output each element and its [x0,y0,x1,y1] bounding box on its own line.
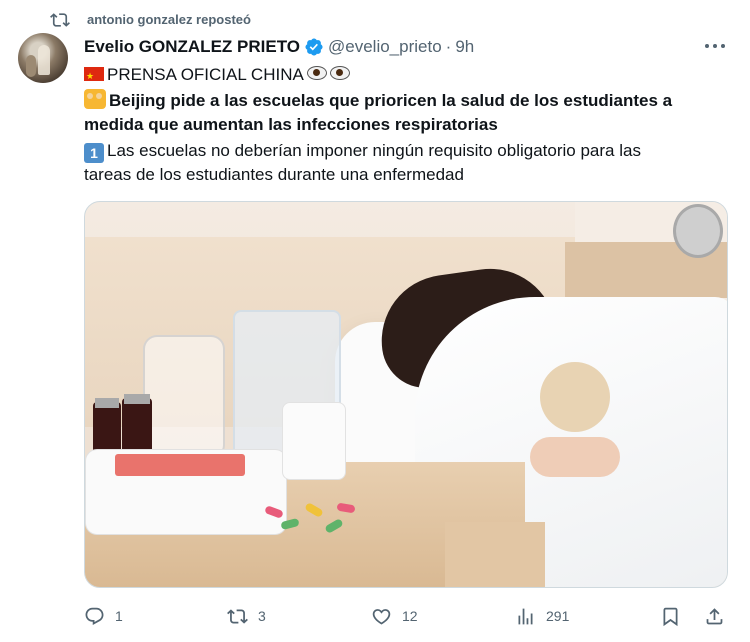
like-count: 12 [402,608,418,624]
tweet-text-line-1: PRENSA OFICIAL CHINA [84,63,350,88]
children-icon [84,89,106,109]
eye-icon [329,66,350,80]
reply-button[interactable]: 1 [84,599,123,633]
repost-icon [50,10,70,30]
bookmark-button[interactable] [660,599,681,633]
reply-count: 1 [115,608,123,624]
tweet-headline-line-2: medida que aumentan las infecciones resp… [84,115,498,134]
author-name[interactable]: Evelio GONZALEZ PRIETO [84,37,300,57]
views-icon [518,608,533,624]
source-label: PRENSA OFICIAL CHINA [107,65,304,84]
share-icon [706,607,723,624]
like-button[interactable]: 12 [371,599,418,633]
views-count: 291 [546,608,570,624]
share-button[interactable] [704,599,725,633]
tweet-action-bar: 1 3 12 291 [0,599,750,633]
like-icon [372,608,391,625]
bookmark-icon [663,607,678,626]
repost-icon [227,608,248,624]
headline-text-1: Beijing pide a las escuelas que priorice… [109,91,673,110]
verified-badge-icon [305,38,323,56]
eye-icon [306,66,327,80]
china-flag-icon [84,64,104,88]
point-text-1: Las escuelas no deberían imponer ningún … [107,141,641,160]
more-options-icon[interactable] [703,36,727,56]
tweet-headline-line-1: Beijing pide a las escuelas que priorice… [84,89,672,113]
tweet-point-line-2: tareas de los estudiantes durante una en… [84,165,464,184]
keycap-one-icon: 1 [84,143,104,163]
repost-text[interactable]: antonio gonzalez reposteó [87,12,251,27]
repost-count: 3 [258,608,266,624]
reply-icon [85,607,104,625]
author-handle[interactable]: @evelio_prieto [328,37,442,57]
avatar[interactable] [18,33,68,83]
tweet-timestamp[interactable]: 9h [455,37,474,57]
tweet-point-line-1: 1 Las escuelas no deberían imponer ningún… [84,139,641,163]
separator-dot: · [445,37,452,56]
tweet-header: Evelio GONZALEZ PRIETO @evelio_prieto · … [84,36,474,58]
tweet-media-image[interactable] [84,201,728,588]
repost-button[interactable]: 3 [227,599,266,633]
views-button[interactable]: 291 [515,599,569,633]
